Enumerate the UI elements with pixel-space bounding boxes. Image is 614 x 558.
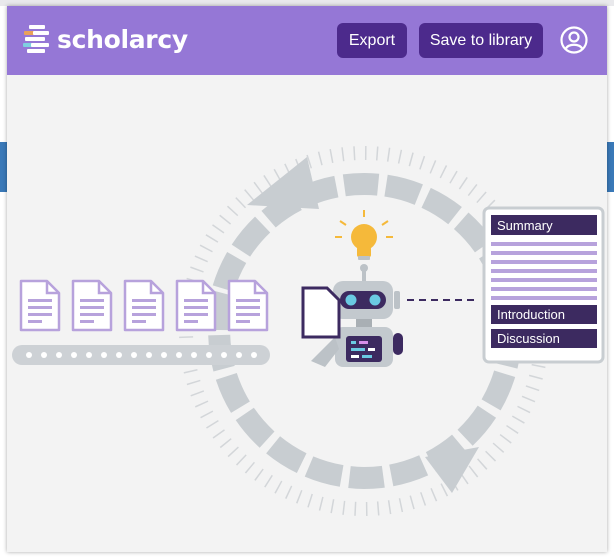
conveyor-belt-icon	[12, 345, 270, 365]
introduction-label: Introduction	[497, 307, 565, 322]
scholarcy-logo: scholarcy	[23, 24, 188, 54]
document-icon	[227, 279, 269, 332]
user-circle-icon[interactable]	[559, 25, 589, 55]
summary-label: Summary	[497, 218, 553, 233]
summary-card: Summary Introduction Discussion	[482, 206, 605, 364]
document-icon	[123, 279, 165, 332]
cycle-arrow-icon	[247, 157, 319, 209]
save-to-library-button[interactable]: Save to library	[419, 23, 543, 58]
popup-header: scholarcy Export Save to library	[7, 6, 607, 75]
document-icon	[175, 279, 217, 332]
document-icon	[71, 279, 113, 332]
document-icon	[19, 279, 61, 332]
processing-illustration: Summary Introduction Discussion	[12, 146, 605, 516]
brand-name: scholarcy	[57, 24, 188, 54]
scholarcy-popup: scholarcy Export Save to library Summary…	[7, 6, 607, 552]
document-stack	[19, 279, 269, 332]
lightbulb-icon	[335, 210, 393, 260]
scholarcy-logo-icon	[23, 25, 49, 53]
export-button[interactable]: Export	[337, 23, 407, 58]
discussion-label: Discussion	[497, 331, 560, 346]
robot-icon	[301, 264, 403, 367]
